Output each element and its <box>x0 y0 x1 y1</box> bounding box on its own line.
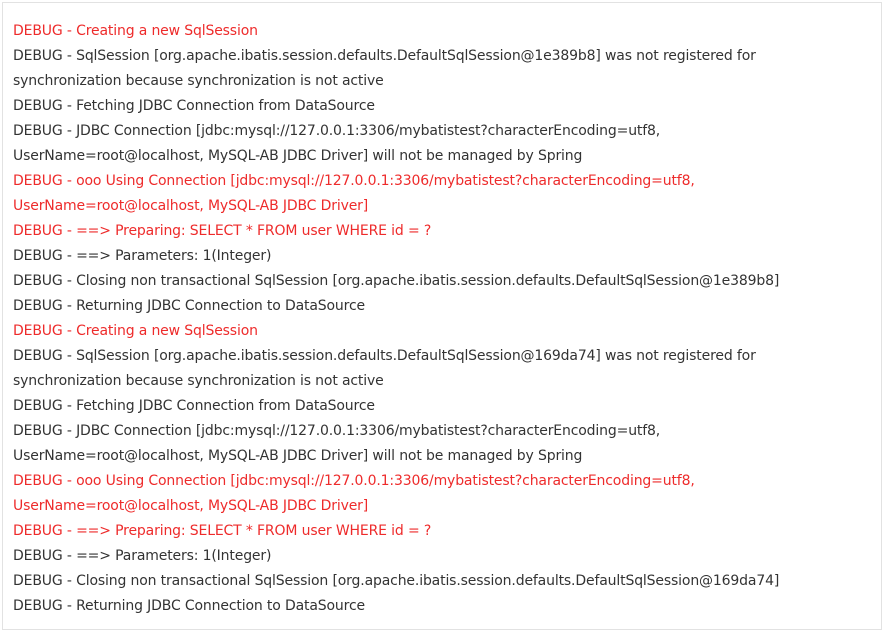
log-line: DEBUG - JDBC Connection [jdbc:mysql://12… <box>13 423 661 439</box>
log-output-panel: DEBUG - Creating a new SqlSession DEBUG … <box>2 2 882 630</box>
log-line: DEBUG - Closing non transactional SqlSes… <box>13 273 780 289</box>
log-line: DEBUG - Fetching JDBC Connection from Da… <box>13 98 375 114</box>
log-line: DEBUG - ==> Parameters: 1(Integer) <box>13 548 272 564</box>
log-line: UserName=root@localhost, MySQL-AB JDBC D… <box>13 198 369 214</box>
log-line: DEBUG - ==> Preparing: SELECT * FROM use… <box>13 223 432 239</box>
log-line: DEBUG - Returning JDBC Connection to Dat… <box>13 598 365 614</box>
log-line: DEBUG - ==> Preparing: SELECT * FROM use… <box>13 523 432 539</box>
log-lines: DEBUG - Creating a new SqlSession DEBUG … <box>13 19 779 619</box>
log-line: DEBUG - ooo Using Connection [jdbc:mysql… <box>13 173 695 189</box>
log-line: DEBUG - ooo Using Connection [jdbc:mysql… <box>13 473 695 489</box>
log-line: DEBUG - ==> Parameters: 1(Integer) <box>13 248 272 264</box>
log-line: synchronization because synchronization … <box>13 373 384 389</box>
log-line: DEBUG - Fetching JDBC Connection from Da… <box>13 398 375 414</box>
log-line: DEBUG - Creating a new SqlSession <box>13 323 258 339</box>
log-line: UserName=root@localhost, MySQL-AB JDBC D… <box>13 498 369 514</box>
log-line: DEBUG - SqlSession [org.apache.ibatis.se… <box>13 348 756 364</box>
log-line: UserName=root@localhost, MySQL-AB JDBC D… <box>13 448 583 464</box>
log-line: DEBUG - Closing non transactional SqlSes… <box>13 573 780 589</box>
log-line: DEBUG - JDBC Connection [jdbc:mysql://12… <box>13 123 661 139</box>
log-line: DEBUG - Creating a new SqlSession <box>13 23 258 39</box>
log-line: DEBUG - Returning JDBC Connection to Dat… <box>13 298 365 314</box>
log-line: UserName=root@localhost, MySQL-AB JDBC D… <box>13 148 583 164</box>
log-line: synchronization because synchronization … <box>13 73 384 89</box>
log-line: DEBUG - SqlSession [org.apache.ibatis.se… <box>13 48 756 64</box>
